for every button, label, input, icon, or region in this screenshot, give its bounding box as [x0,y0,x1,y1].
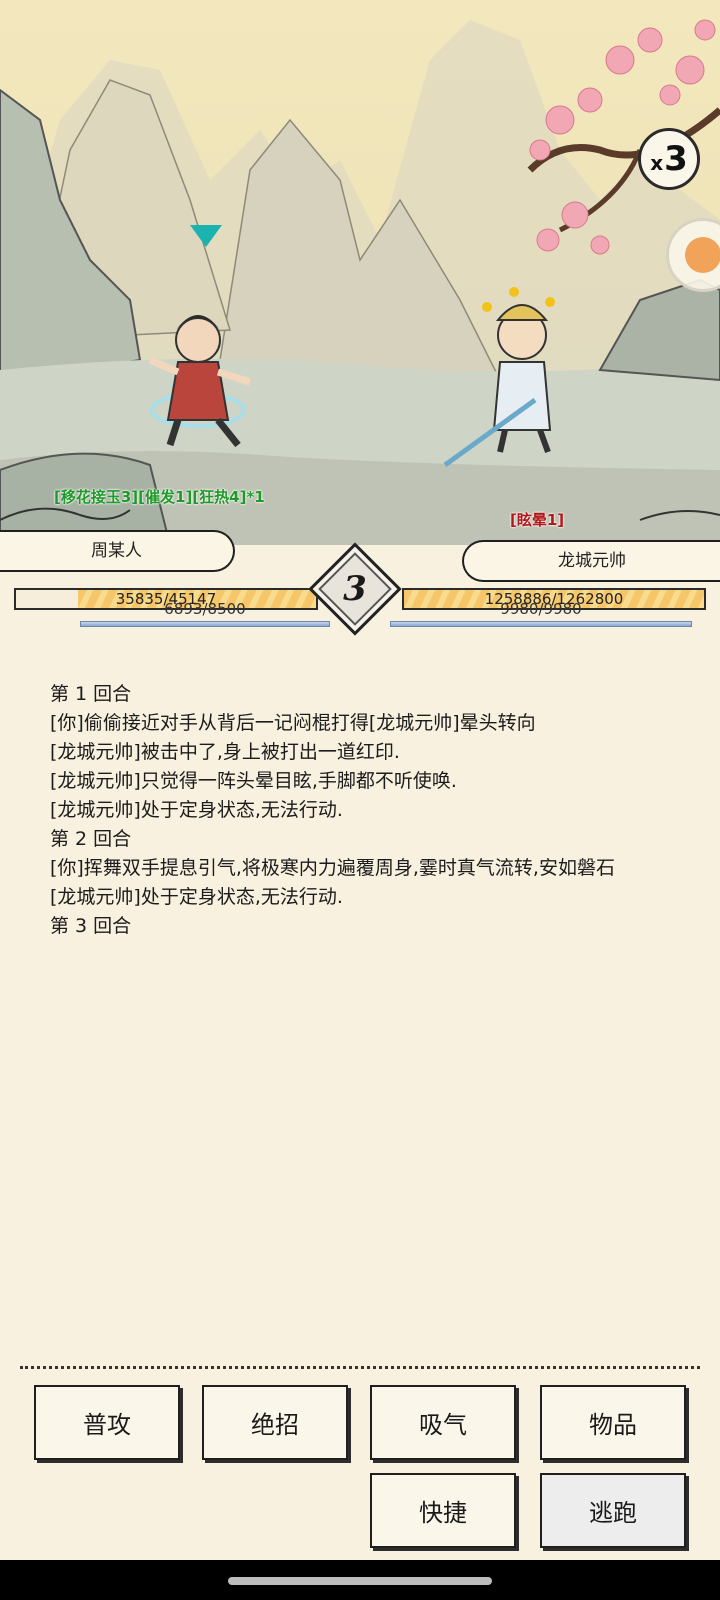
player-mp-text: 6893/8500 [164,600,246,618]
enemy-mp-bar: 9980/9980 [390,600,692,627]
log-line: [你]偷偷接近对手从背后一记闷棍打得[龙城元帅]晕头转向 [50,712,536,734]
speed-value: 3 [664,139,688,179]
battle-log: 第 1 回合 [你]偷偷接近对手从背后一记闷棍打得[龙城元帅]晕头转向 [龙城元… [50,680,680,941]
player-name: 周某人 [0,530,235,572]
absorb-qi-button[interactable]: 吸气 [370,1385,516,1460]
log-line: 第 2 回合 [50,828,132,850]
log-line: 第 1 回合 [50,683,132,705]
enemy-mp-text: 9980/9980 [500,600,582,618]
player-mp-bar: 6893/8500 [80,600,330,627]
log-line: [龙城元帅]处于定身状态,无法行动. [50,799,343,821]
enemy-mp-fill [390,621,692,627]
speed-toggle-button[interactable]: x3 [638,128,700,190]
log-line: [龙城元帅]被击中了,身上被打出一道红印. [50,741,400,763]
log-line: [龙城元帅]只觉得一阵头晕目眩,手脚都不听使唤. [50,770,457,792]
landscape-background [0,19,720,545]
ultimate-button[interactable]: 绝招 [202,1385,348,1460]
quick-button[interactable]: 快捷 [370,1473,516,1548]
log-line: 第 3 回合 [50,915,132,937]
player-mp-fill [80,621,330,627]
flee-button[interactable]: 逃跑 [540,1473,686,1548]
battle-scene: x3 [移花接玉3][催发1][狂热4]*1 [眩晕1] [0,0,720,545]
enemy-status-effects: [眩晕1] [510,511,565,529]
log-line: [你]挥舞双手提息引气,将极寒内力遍覆周身,霎时真气流转,安如磐石 [50,857,615,879]
auto-battle-icon [685,237,720,273]
active-turn-marker-icon [190,225,222,247]
home-gesture-handle[interactable] [228,1577,492,1585]
attack-button[interactable]: 普攻 [34,1385,180,1460]
speed-prefix: x [650,151,664,175]
items-button[interactable]: 物品 [540,1385,686,1460]
player-status-effects: [移花接玉3][催发1][狂热4]*1 [54,488,265,506]
log-line: [龙城元帅]处于定身状态,无法行动. [50,886,343,908]
divider [20,1366,700,1369]
round-number: 3 [343,569,367,609]
enemy-name: 龙城元帅 [462,540,720,582]
